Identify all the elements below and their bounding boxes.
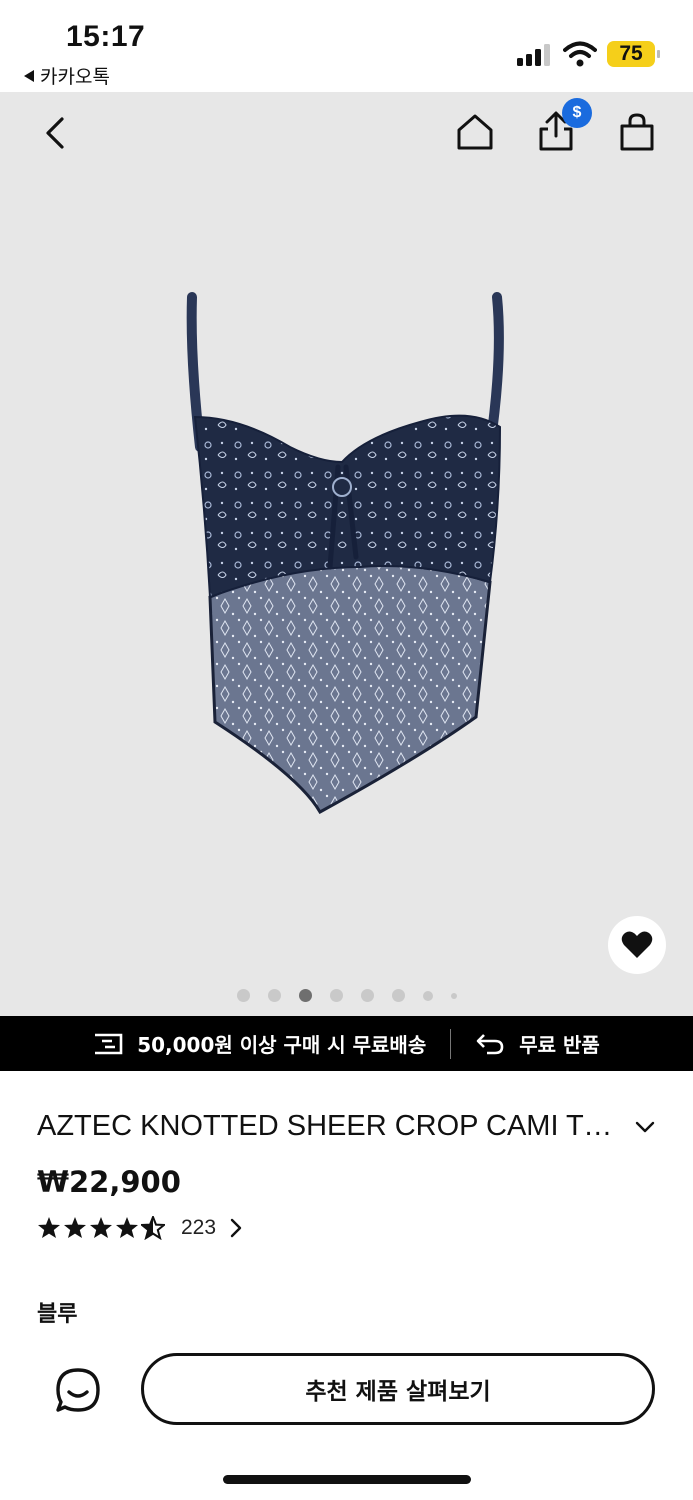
wifi-icon bbox=[563, 41, 597, 67]
battery-level: 75 bbox=[619, 42, 643, 65]
slide-dot[interactable] bbox=[360, 989, 374, 1002]
slide-dot[interactable] bbox=[450, 993, 457, 999]
chevron-right-icon bbox=[230, 1218, 242, 1238]
slide-dot[interactable] bbox=[391, 989, 405, 1002]
return-app-label: 카카오톡 bbox=[40, 66, 110, 88]
slide-dot[interactable] bbox=[236, 989, 250, 1002]
rating-summary[interactable]: 223 bbox=[37, 1216, 242, 1240]
slide-dot-active[interactable] bbox=[298, 989, 312, 1002]
home-icon[interactable] bbox=[455, 112, 495, 152]
product-title: AZTEC KNOTTED SHEER CROP CAMI TOP bbox=[37, 1110, 617, 1142]
star-full-icon bbox=[64, 1217, 86, 1238]
slide-dot[interactable] bbox=[329, 989, 343, 1002]
heart-icon bbox=[621, 931, 653, 958]
view-recommended-button[interactable]: 추천 제품 살펴보기 bbox=[141, 1353, 655, 1425]
free-shipping-info: 50,000원 이상 구매 시 무료배송 bbox=[93, 1029, 426, 1058]
bottom-action-bar: 추천 제품 살펴보기 bbox=[0, 1336, 693, 1500]
product-price: ₩22,900 bbox=[37, 1165, 181, 1199]
battery-icon: 75 bbox=[607, 41, 660, 67]
slide-indicator bbox=[0, 989, 693, 1002]
status-bar: 15:17 카카오톡 75 bbox=[0, 0, 693, 92]
status-time: 15:17 bbox=[66, 20, 146, 53]
chevron-down-icon[interactable] bbox=[634, 1118, 656, 1136]
signal-icon bbox=[517, 44, 550, 66]
product-image[interactable] bbox=[170, 287, 530, 827]
star-full-icon bbox=[116, 1217, 138, 1238]
price-badge: $ bbox=[562, 98, 592, 128]
home-indicator[interactable] bbox=[223, 1475, 471, 1484]
free-shipping-text: 50,000원 이상 구매 시 무료배송 bbox=[137, 1033, 427, 1057]
slide-dot[interactable] bbox=[422, 991, 433, 1001]
banner-divider bbox=[450, 1028, 452, 1059]
free-returns-text: 무료 반품 bbox=[519, 1033, 600, 1057]
selected-color: 블루 bbox=[37, 1302, 78, 1327]
back-icon[interactable] bbox=[38, 116, 72, 150]
shipping-banner: 50,000원 이상 구매 시 무료배송 무료 반품 bbox=[0, 1016, 693, 1071]
return-arrow-icon bbox=[476, 1033, 504, 1054]
product-gallery[interactable]: $ bbox=[0, 92, 693, 1016]
star-full-icon bbox=[90, 1217, 112, 1238]
back-triangle-icon bbox=[24, 69, 34, 82]
bag-icon[interactable] bbox=[617, 112, 657, 152]
return-to-app-button[interactable]: 카카오톡 bbox=[24, 62, 110, 89]
free-returns-info: 무료 반품 bbox=[475, 1029, 600, 1058]
star-half-icon bbox=[141, 1216, 165, 1240]
truck-icon bbox=[95, 1033, 123, 1054]
wishlist-button[interactable] bbox=[608, 916, 666, 974]
review-count: 223 bbox=[181, 1216, 217, 1239]
star-full-icon bbox=[38, 1217, 60, 1238]
slide-dot[interactable] bbox=[267, 989, 281, 1002]
chat-icon[interactable] bbox=[54, 1366, 102, 1414]
star-rating bbox=[37, 1216, 165, 1240]
